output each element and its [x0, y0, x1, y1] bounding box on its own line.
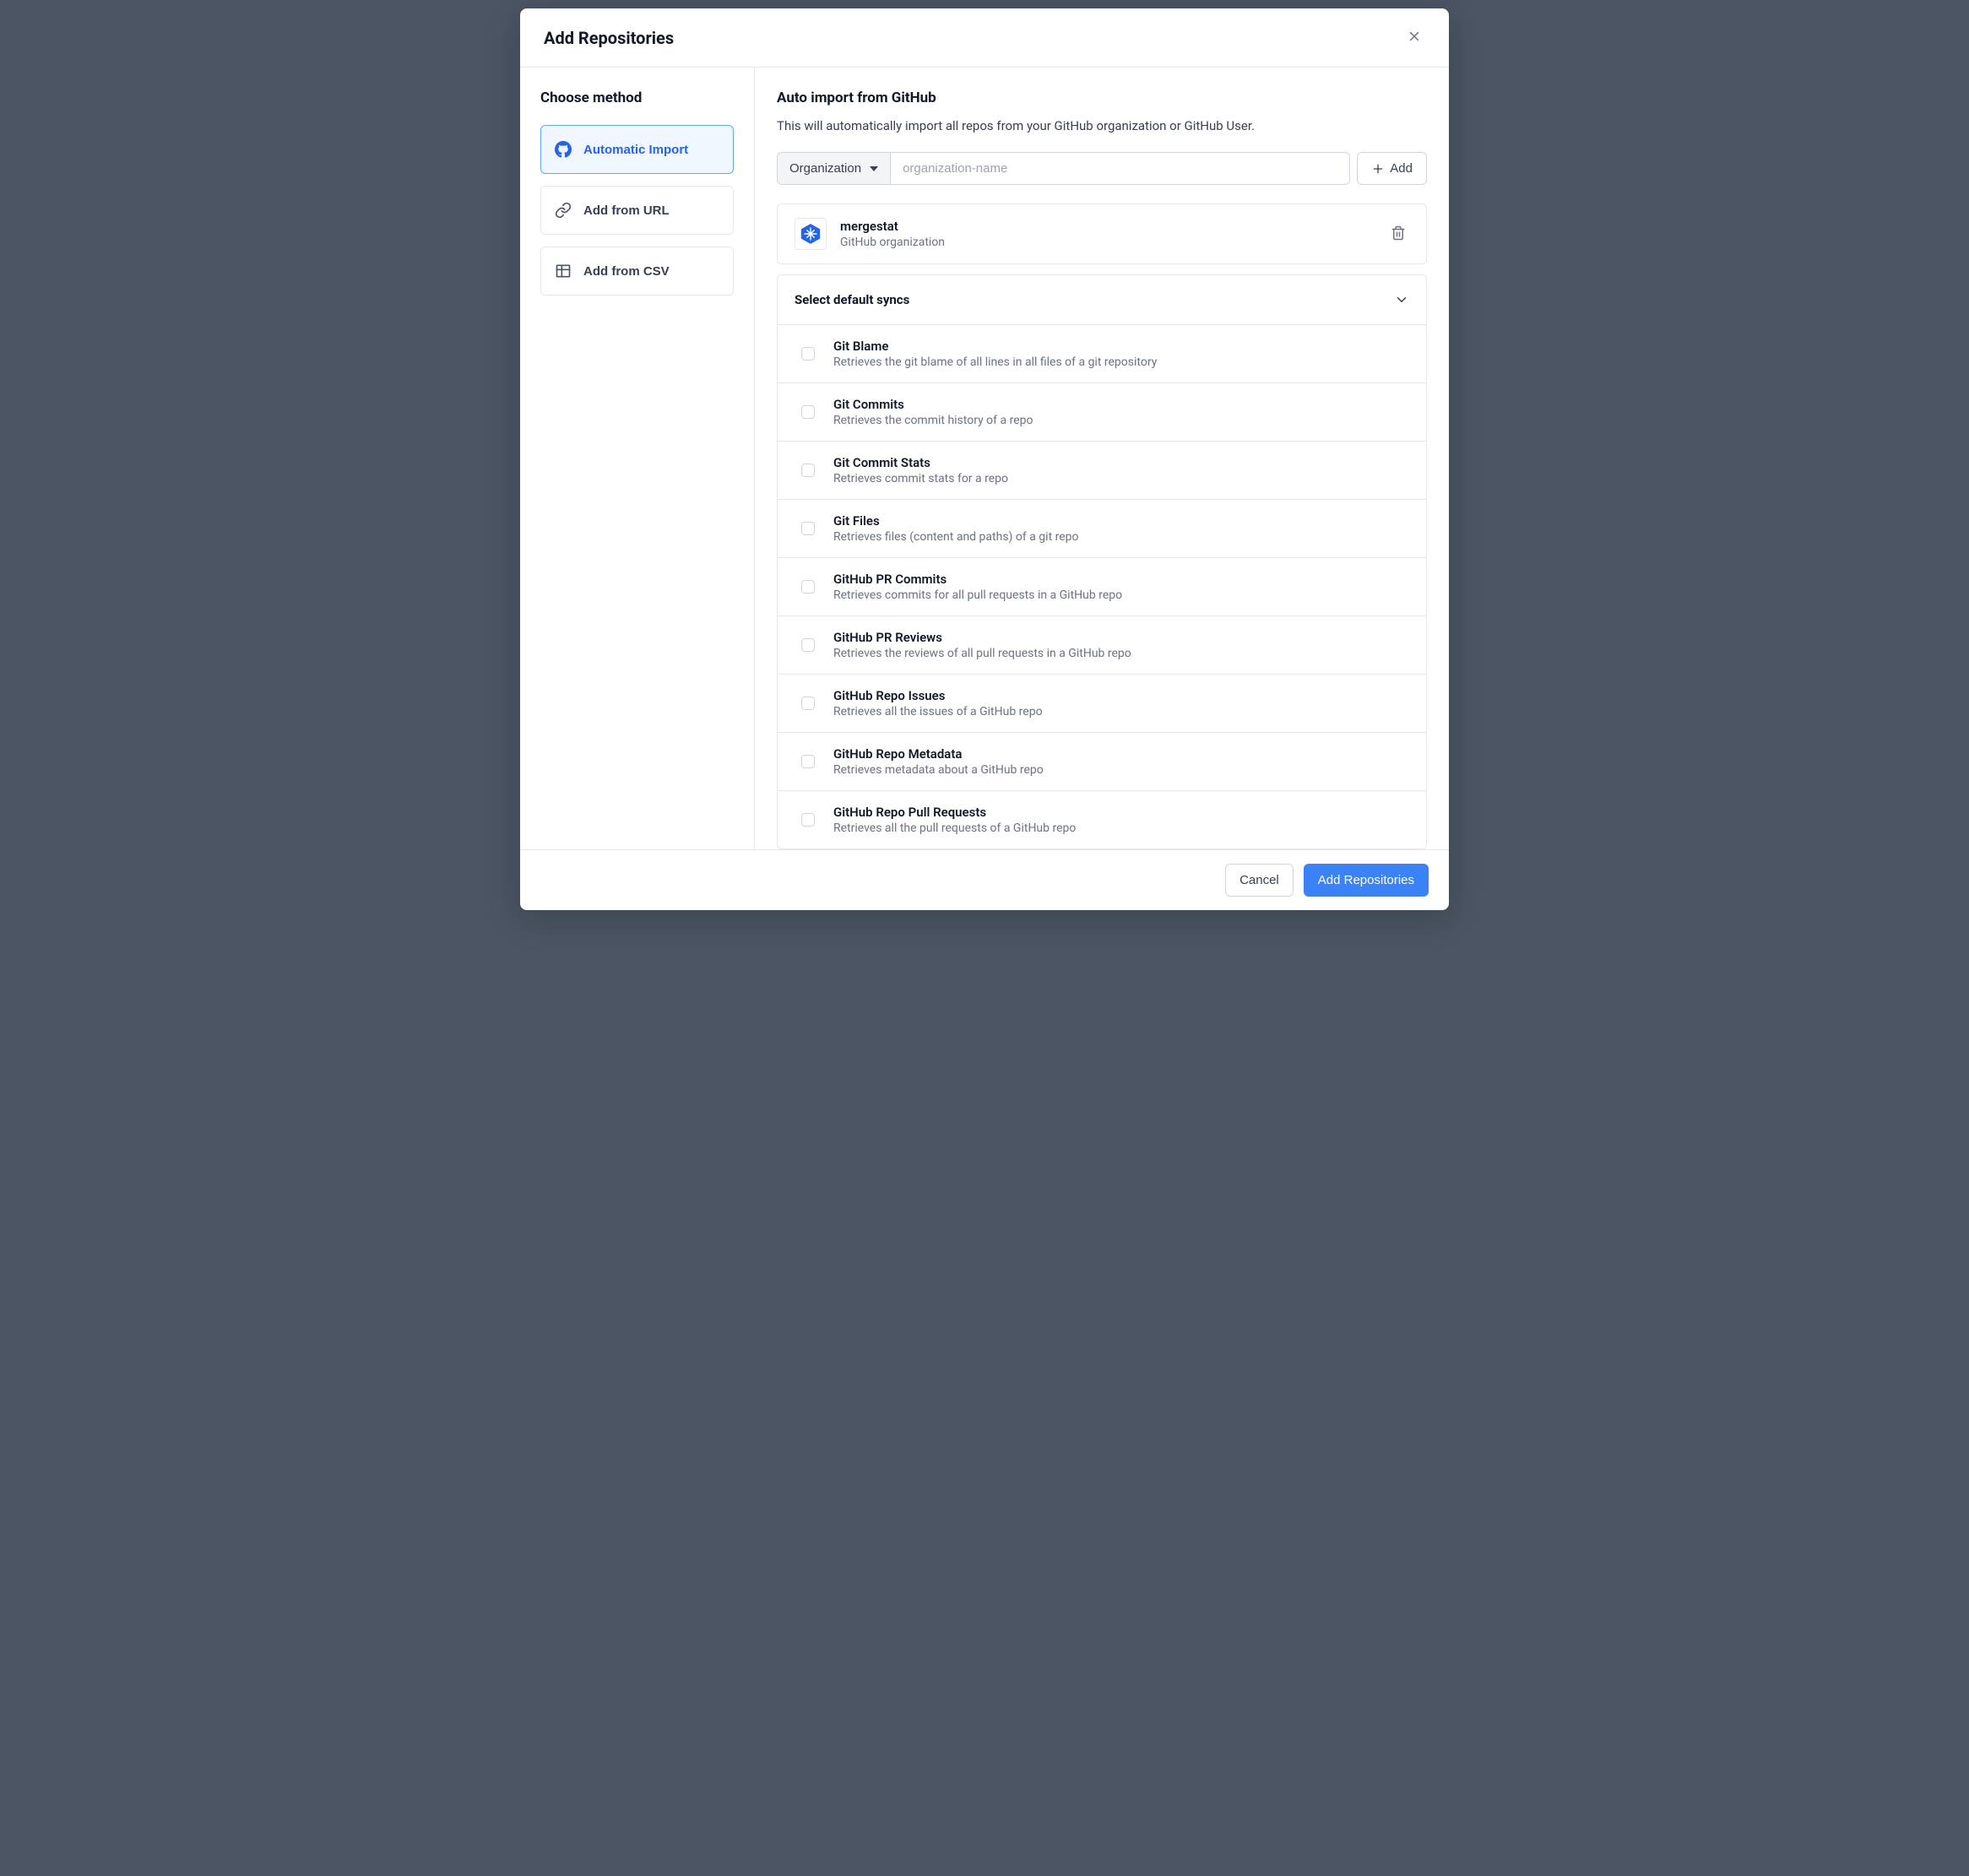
sync-checkbox[interactable]	[801, 522, 815, 535]
sync-info: GitHub PR Reviews Retrieves the reviews …	[833, 630, 1131, 660]
dropdown-label: Organization	[789, 161, 861, 176]
sync-info: GitHub Repo Pull Requests Retrieves all …	[833, 805, 1076, 835]
syncs-header[interactable]: Select default syncs	[778, 275, 1426, 324]
sync-description: Retrieves the git blame of all lines in …	[833, 355, 1157, 369]
close-button[interactable]	[1403, 25, 1425, 50]
org-logo	[795, 218, 827, 250]
sync-item: GitHub Repo Metadata Retrieves metadata …	[778, 732, 1426, 790]
sync-checkbox[interactable]	[801, 813, 815, 827]
plus-icon	[1371, 162, 1385, 176]
sync-checkbox[interactable]	[801, 580, 815, 594]
method-label: Add from CSV	[583, 264, 670, 279]
syncs-panel: Select default syncs Git Blame Retrieves…	[777, 274, 1427, 849]
org-card: mergestat GitHub organization	[777, 203, 1427, 264]
sync-checkbox[interactable]	[801, 347, 815, 361]
sync-title: GitHub Repo Metadata	[833, 746, 1044, 762]
sync-info: Git Commits Retrieves the commit history…	[833, 397, 1033, 427]
sync-title: Git Files	[833, 513, 1079, 529]
github-icon	[555, 141, 572, 158]
sync-description: Retrieves metadata about a GitHub repo	[833, 763, 1044, 777]
org-info: mergestat GitHub organization	[840, 219, 1374, 249]
sync-title: GitHub Repo Pull Requests	[833, 805, 1076, 820]
sync-info: GitHub Repo Metadata Retrieves metadata …	[833, 746, 1044, 777]
add-repositories-button[interactable]: Add Repositories	[1304, 864, 1429, 897]
sync-description: Retrieves the reviews of all pull reques…	[833, 647, 1131, 660]
link-icon	[555, 202, 572, 219]
sync-info: Git Blame Retrieves the git blame of all…	[833, 339, 1157, 369]
sync-checkbox[interactable]	[801, 464, 815, 477]
modal-header: Add Repositories	[520, 8, 1449, 68]
sync-checkbox[interactable]	[801, 755, 815, 768]
org-name: mergestat	[840, 219, 1374, 234]
sync-description: Retrieves commit stats for a repo	[833, 472, 1008, 485]
add-org-row: Organization Add	[777, 152, 1427, 185]
sync-title: GitHub Repo Issues	[833, 688, 1043, 703]
method-add-from-csv[interactable]: Add from CSV	[540, 247, 734, 295]
sync-item: GitHub PR Commits Retrieves commits for …	[778, 557, 1426, 615]
modal-footer: Cancel Add Repositories	[520, 849, 1449, 910]
sync-item: GitHub Repo Pull Requests Retrieves all …	[778, 790, 1426, 849]
sync-checkbox[interactable]	[801, 405, 815, 419]
sync-description: Retrieves all the issues of a GitHub rep…	[833, 705, 1043, 718]
main-content: Auto import from GitHub This will automa…	[755, 68, 1449, 849]
org-subtitle: GitHub organization	[840, 236, 1374, 249]
trash-icon	[1391, 225, 1406, 241]
sync-checkbox[interactable]	[801, 697, 815, 710]
syncs-list: Git Blame Retrieves the git blame of all…	[778, 324, 1426, 849]
sync-title: Git Commit Stats	[833, 455, 1008, 470]
syncs-header-title: Select default syncs	[795, 292, 909, 307]
chevron-down-icon	[1394, 292, 1409, 307]
mergestat-icon	[799, 222, 822, 246]
source-type-dropdown[interactable]: Organization	[777, 152, 890, 185]
method-add-from-url[interactable]: Add from URL	[540, 186, 734, 235]
method-label: Add from URL	[583, 203, 670, 218]
sync-item: Git Commit Stats Retrieves commit stats …	[778, 441, 1426, 499]
sync-title: GitHub PR Reviews	[833, 630, 1131, 645]
caret-down-icon	[870, 165, 878, 173]
sync-description: Retrieves commits for all pull requests …	[833, 588, 1122, 602]
sync-info: GitHub PR Commits Retrieves commits for …	[833, 572, 1122, 602]
main-title: Auto import from GitHub	[777, 89, 1427, 106]
sync-item: Git Blame Retrieves the git blame of all…	[778, 324, 1426, 382]
sync-checkbox[interactable]	[801, 638, 815, 652]
sync-info: Git Files Retrieves files (content and p…	[833, 513, 1079, 544]
sync-item: GitHub PR Reviews Retrieves the reviews …	[778, 615, 1426, 674]
sidebar-title: Choose method	[540, 89, 734, 106]
cancel-button[interactable]: Cancel	[1225, 864, 1294, 897]
org-input-group: Organization	[777, 152, 1350, 185]
modal-body: Choose method Automatic Import Add from …	[520, 68, 1449, 849]
sync-item: Git Commits Retrieves the commit history…	[778, 382, 1426, 441]
sync-item: Git Files Retrieves files (content and p…	[778, 499, 1426, 557]
sync-description: Retrieves files (content and paths) of a…	[833, 530, 1079, 544]
method-label: Automatic Import	[583, 143, 688, 157]
delete-org-button[interactable]	[1387, 222, 1409, 247]
modal-title: Add Repositories	[544, 28, 674, 48]
method-automatic-import[interactable]: Automatic Import	[540, 125, 734, 174]
organization-name-input[interactable]	[890, 152, 1350, 185]
sidebar: Choose method Automatic Import Add from …	[520, 68, 755, 849]
sync-title: GitHub PR Commits	[833, 572, 1122, 587]
sync-title: Git Blame	[833, 339, 1157, 354]
sync-title: Git Commits	[833, 397, 1033, 412]
sync-info: GitHub Repo Issues Retrieves all the iss…	[833, 688, 1043, 718]
add-button[interactable]: Add	[1357, 152, 1427, 185]
table-icon	[555, 263, 572, 279]
sync-info: Git Commit Stats Retrieves commit stats …	[833, 455, 1008, 485]
sync-item: GitHub Repo Issues Retrieves all the iss…	[778, 674, 1426, 732]
add-button-label: Add	[1390, 161, 1413, 176]
sync-description: Retrieves the commit history of a repo	[833, 414, 1033, 427]
sync-description: Retrieves all the pull requests of a Git…	[833, 821, 1076, 835]
main-description: This will automatically import all repos…	[777, 118, 1427, 133]
add-repositories-modal: Add Repositories Choose method Automatic…	[520, 8, 1449, 910]
close-icon	[1407, 29, 1422, 44]
